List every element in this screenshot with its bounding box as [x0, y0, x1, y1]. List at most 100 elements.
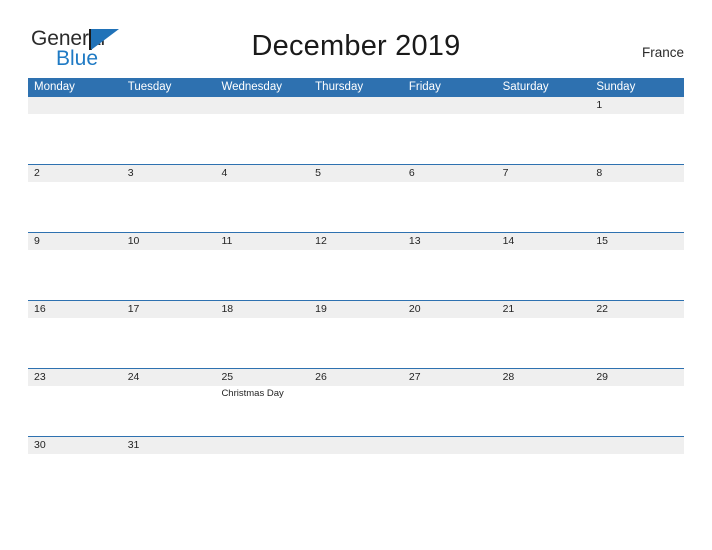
day-band — [402, 437, 497, 454]
day-number: 5 — [315, 167, 321, 179]
day-band — [309, 437, 403, 454]
day-cell[interactable]: 27 — [402, 369, 497, 436]
day-cell[interactable]: 2 — [28, 165, 122, 232]
day-number: 28 — [502, 371, 515, 383]
day-cell[interactable]: 7 — [496, 165, 591, 232]
day-cell[interactable]: 29 — [590, 369, 685, 436]
page-title: December 2019 — [251, 30, 461, 62]
day-band — [28, 97, 122, 114]
day-cell[interactable] — [121, 97, 216, 164]
day-number: 2 — [34, 167, 40, 179]
day-number: 6 — [408, 167, 415, 179]
day-band — [215, 97, 310, 114]
day-cell[interactable] — [309, 437, 403, 475]
day-cell[interactable]: 9 — [28, 233, 122, 300]
day-band — [590, 97, 685, 114]
day-cell[interactable]: 28 — [496, 369, 591, 436]
day-cell[interactable]: 31 — [121, 437, 216, 475]
day-cell-christmas[interactable]: 25 Christmas Day — [215, 369, 310, 436]
day-band — [496, 437, 591, 454]
day-number: 23 — [34, 371, 46, 383]
day-cell[interactable]: 20 — [402, 301, 497, 368]
weekday-header-sunday: Sunday — [596, 81, 636, 93]
weekday-header-thursday: Thursday — [315, 81, 364, 93]
day-number: 10 — [127, 235, 140, 247]
country-label: France — [641, 45, 684, 60]
day-cell[interactable]: 4 — [215, 165, 310, 232]
day-number: 8 — [596, 167, 603, 179]
day-cell[interactable] — [215, 437, 310, 475]
day-cell[interactable] — [215, 97, 310, 164]
day-number: 15 — [596, 235, 608, 247]
week-row: 30 31 — [28, 436, 685, 475]
day-band — [402, 165, 497, 182]
day-cell[interactable]: 14 — [496, 233, 591, 300]
day-number: 16 — [34, 303, 46, 315]
day-number: 9 — [34, 235, 40, 247]
day-cell[interactable] — [496, 437, 591, 475]
day-cell[interactable]: 17 — [121, 301, 216, 368]
day-cell[interactable]: 30 — [28, 437, 122, 475]
day-number: 22 — [596, 303, 608, 315]
weekday-header-row: Monday Tuesday Wednesday Thursday Friday… — [28, 78, 684, 97]
week-row: 16 17 18 19 20 21 22 — [28, 300, 685, 368]
day-cell[interactable]: 13 — [402, 233, 497, 300]
weekday-header-wednesday: Wednesday — [221, 81, 282, 93]
day-number: 29 — [596, 371, 608, 383]
day-number: 3 — [127, 167, 134, 179]
day-number: 4 — [221, 167, 228, 179]
day-number: 18 — [221, 303, 234, 315]
day-band — [496, 165, 591, 182]
day-cell[interactable] — [496, 97, 591, 164]
day-cell[interactable]: 24 — [121, 369, 216, 436]
day-number: 20 — [408, 303, 421, 315]
day-number: 25 — [221, 371, 234, 383]
day-number: 24 — [127, 371, 140, 383]
day-cell[interactable]: 15 — [590, 233, 685, 300]
day-cell[interactable]: 10 — [121, 233, 216, 300]
week-row: 9 10 11 12 13 14 15 — [28, 232, 685, 300]
day-cell[interactable]: 3 — [121, 165, 216, 232]
day-cell[interactable]: 19 — [309, 301, 403, 368]
week-row: 2 3 4 5 6 7 8 — [28, 164, 685, 232]
day-cell[interactable]: 11 — [215, 233, 310, 300]
day-cell[interactable] — [590, 437, 685, 475]
week-row: 23 24 25 Christmas Day 26 27 28 29 — [28, 368, 685, 436]
day-cell[interactable]: 16 — [28, 301, 122, 368]
weekday-header-friday: Friday — [408, 81, 441, 93]
day-number: 19 — [315, 303, 327, 315]
day-cell[interactable]: 23 — [28, 369, 122, 436]
day-cell[interactable]: 1 — [590, 97, 685, 164]
day-cell[interactable] — [28, 97, 122, 164]
weekday-header-tuesday: Tuesday — [127, 81, 172, 93]
day-cell[interactable]: 5 — [309, 165, 403, 232]
day-cell[interactable] — [402, 437, 497, 475]
day-number: 17 — [127, 303, 140, 315]
day-cell[interactable]: 26 — [309, 369, 403, 436]
page-header: General Blue December 2019 France — [0, 0, 712, 69]
day-band — [309, 97, 403, 114]
day-band — [28, 233, 122, 250]
day-event-christmas: Christmas Day — [221, 388, 284, 399]
day-cell[interactable]: 21 — [496, 301, 591, 368]
day-number: 30 — [34, 439, 46, 451]
day-cell[interactable] — [309, 97, 403, 164]
day-cell[interactable]: 6 — [402, 165, 497, 232]
day-cell[interactable]: 12 — [309, 233, 403, 300]
day-cell[interactable]: 18 — [215, 301, 310, 368]
day-number: 11 — [221, 235, 233, 247]
day-number: 12 — [315, 235, 327, 247]
day-number: 27 — [408, 371, 421, 383]
day-band — [28, 165, 122, 182]
day-number: 14 — [502, 235, 515, 247]
day-number: 26 — [315, 371, 327, 383]
day-cell[interactable]: 8 — [590, 165, 685, 232]
calendar-grid: Monday Tuesday Wednesday Thursday Friday… — [28, 78, 685, 475]
day-band — [496, 97, 591, 114]
week-row: 1 — [28, 97, 685, 164]
day-number: 31 — [127, 439, 140, 451]
day-cell[interactable] — [402, 97, 497, 164]
day-cell[interactable]: 22 — [590, 301, 685, 368]
day-number: 21 — [502, 303, 515, 315]
day-band — [121, 165, 216, 182]
